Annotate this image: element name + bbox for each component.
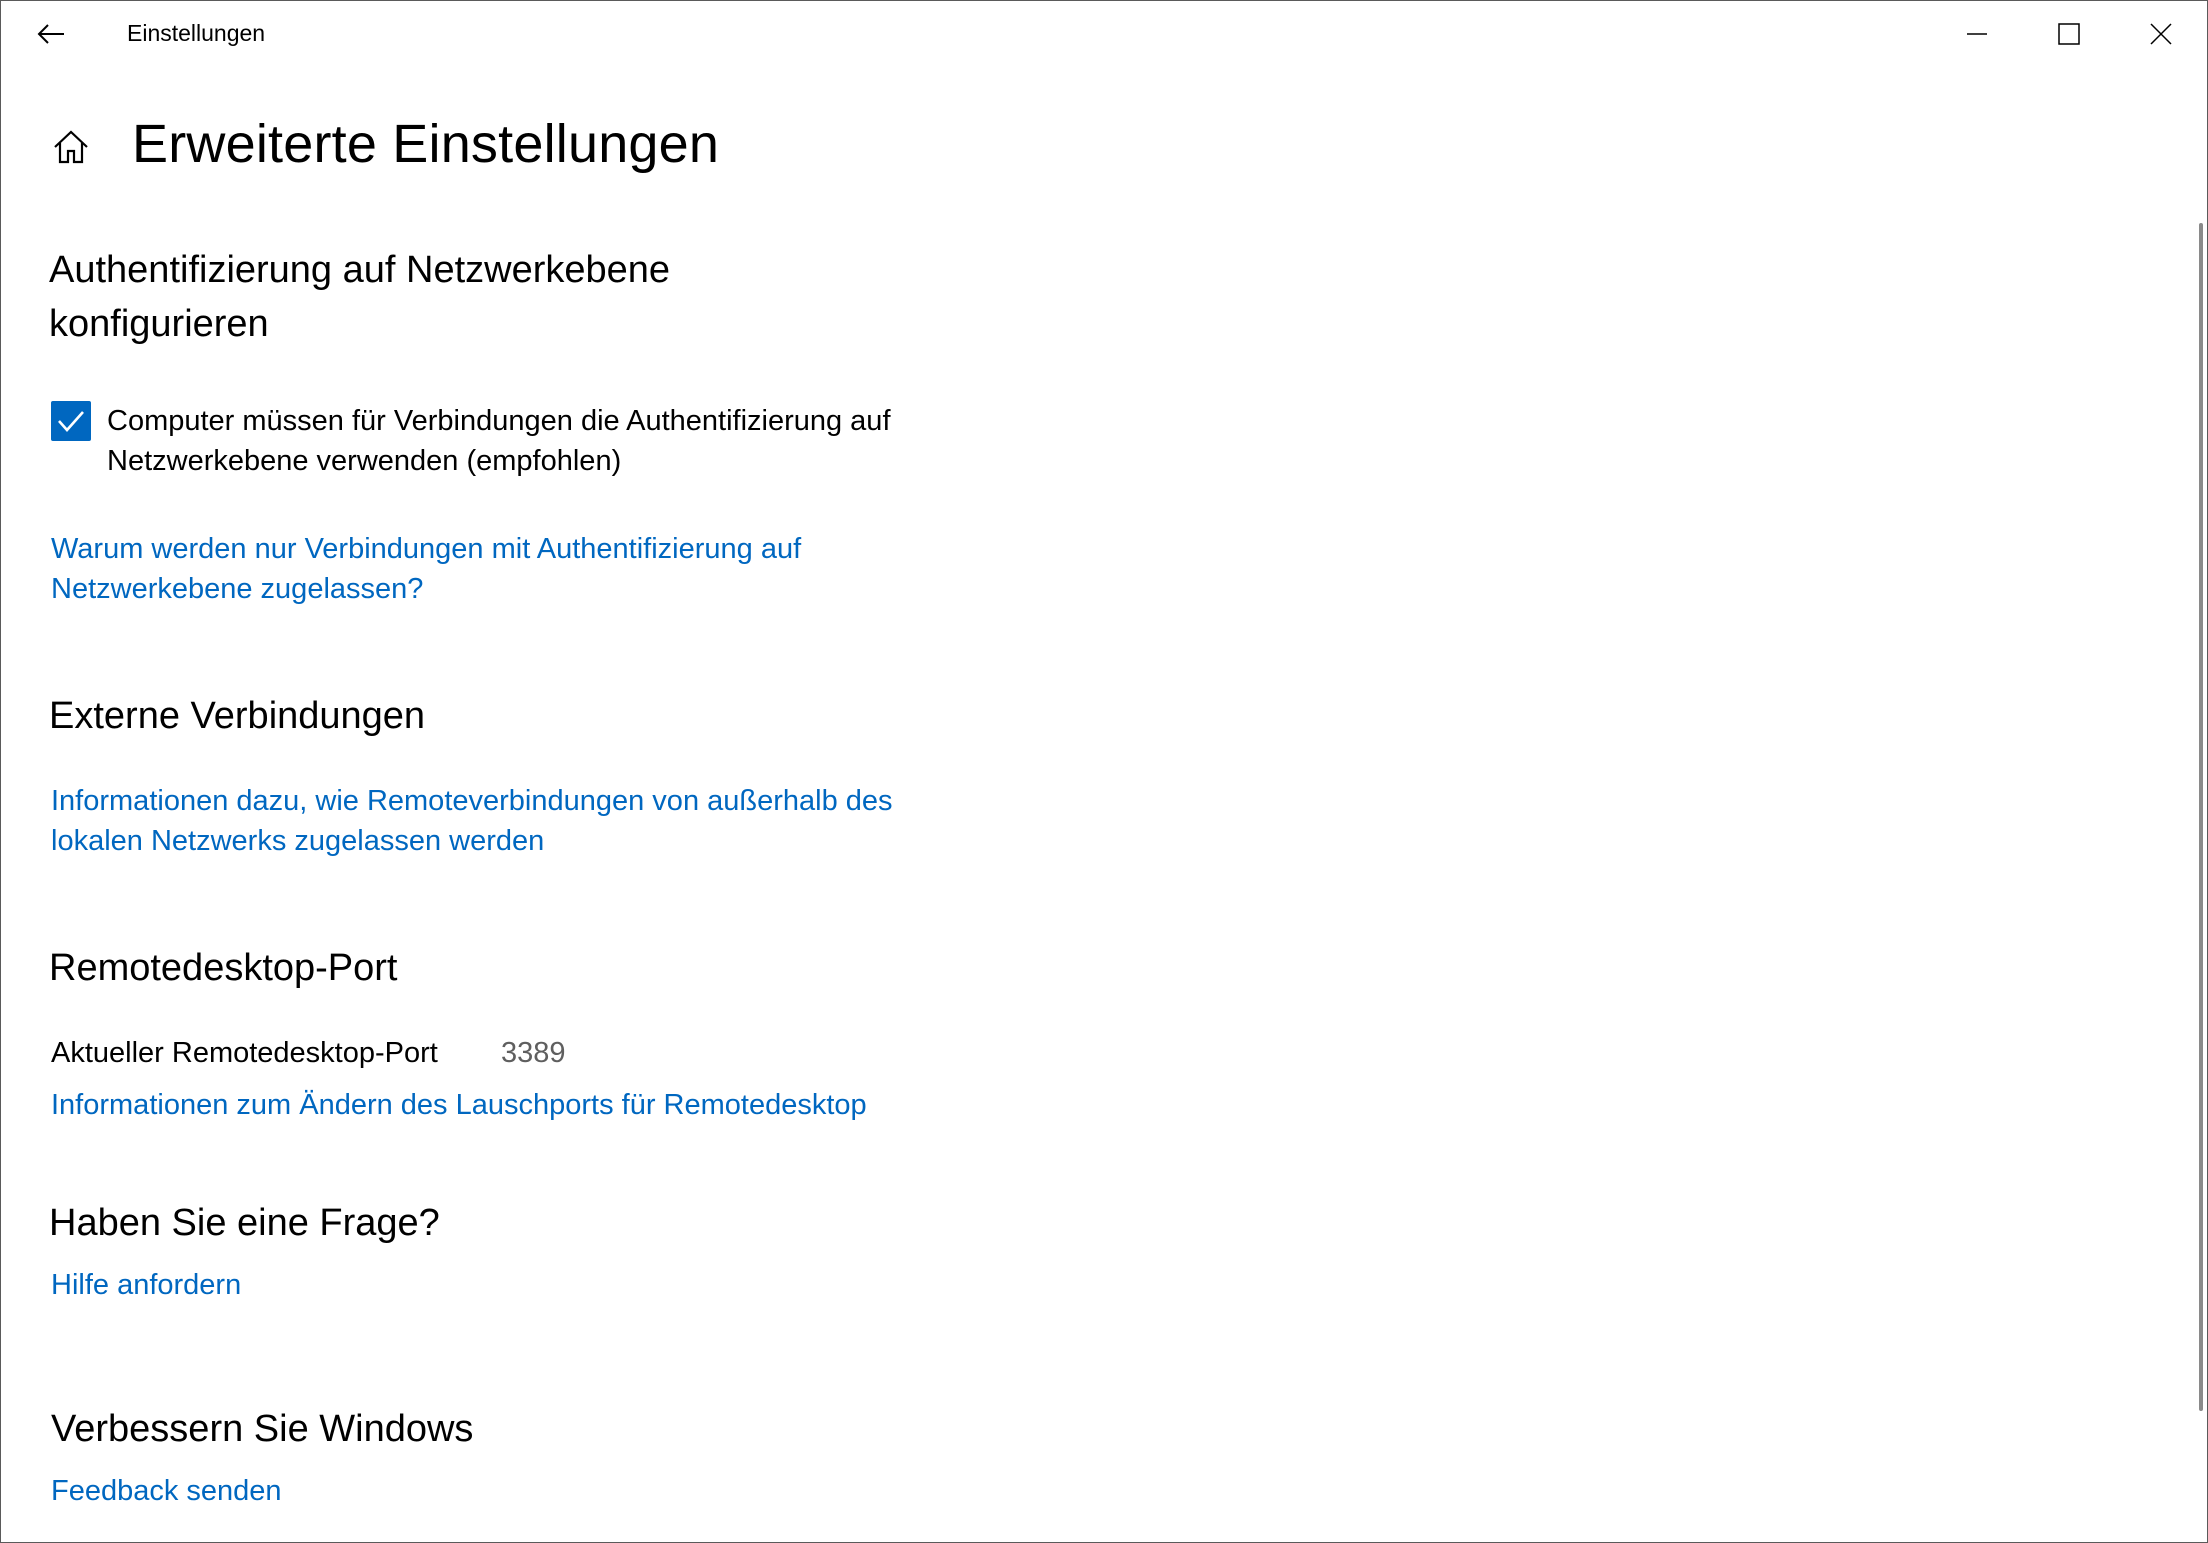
external-connections-link[interactable]: Informationen dazu, wie Remoteverbindung… [51, 781, 951, 861]
home-button[interactable] [51, 127, 91, 167]
external-connections-heading: Externe Verbindungen [49, 695, 426, 737]
maximize-button[interactable] [2023, 1, 2115, 67]
minimize-icon [1967, 33, 1987, 35]
close-icon [2150, 23, 2172, 45]
back-arrow-icon [37, 24, 64, 44]
rdp-port-heading: Remotedesktop-Port [49, 947, 398, 989]
send-feedback-link[interactable]: Feedback senden [51, 1471, 282, 1511]
vertical-scrollbar[interactable] [2199, 223, 2203, 1411]
rdp-port-label: Aktueller Remotedesktop-Port [51, 1037, 438, 1069]
nla-checkbox-label[interactable]: Computer müssen für Verbindungen die Aut… [107, 401, 967, 481]
rdp-port-change-link[interactable]: Informationen zum Ändern des Lauschports… [51, 1085, 867, 1125]
nla-checkbox[interactable] [51, 401, 91, 441]
page-title: Erweiterte Einstellungen [132, 114, 720, 174]
app-title: Einstellungen [127, 20, 266, 46]
improve-windows-heading: Verbessern Sie Windows [51, 1408, 474, 1450]
maximize-icon [2058, 23, 2080, 45]
close-button[interactable] [2115, 1, 2207, 67]
nla-info-link[interactable]: Warum werden nur Verbindungen mit Authen… [51, 529, 911, 609]
home-icon [54, 130, 88, 164]
get-help-link[interactable]: Hilfe anfordern [51, 1265, 241, 1305]
settings-window: Einstellungen Erweiterte Einstellungen A… [0, 0, 2208, 1543]
rdp-port-value: 3389 [501, 1037, 566, 1069]
minimize-button[interactable] [1931, 1, 2023, 67]
back-button[interactable] [23, 9, 79, 59]
title-bar: Einstellungen [1, 1, 2207, 67]
nla-section-heading: Authentifizierung auf Netzwerkebene konf… [49, 249, 671, 345]
checkmark-icon [58, 411, 84, 432]
question-heading: Haben Sie eine Frage? [49, 1202, 440, 1244]
